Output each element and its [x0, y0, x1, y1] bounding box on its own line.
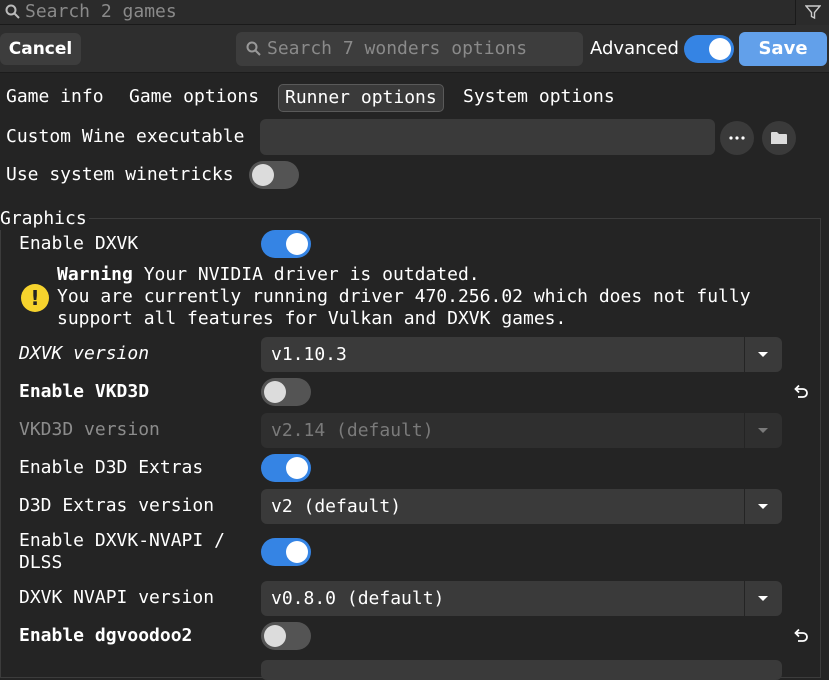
filter-icon: [805, 5, 821, 19]
warning-text-line: You are currently running driver 470.256…: [57, 286, 751, 307]
advanced-switch[interactable]: [684, 35, 734, 63]
reset-icon[interactable]: [792, 627, 810, 645]
enable-dxvk-switch[interactable]: [261, 230, 311, 258]
tab-game-info[interactable]: Game info: [0, 84, 110, 112]
options-search-input[interactable]: Search 7 wonders options: [236, 32, 583, 66]
library-search-input[interactable]: Search 2 games: [0, 0, 795, 25]
enable-vkd3d-switch[interactable]: [261, 378, 311, 406]
enable-nvapi-label: DLSS: [19, 552, 63, 573]
dxvk-version-label: DXVK version: [19, 343, 150, 364]
tab-game-options[interactable]: Game options: [123, 84, 265, 112]
dropdown-arrow-icon: [758, 428, 768, 433]
dxvk-version-dropdown[interactable]: v1.10.3: [261, 337, 782, 372]
dropdown-arrow-icon: [758, 352, 768, 357]
graphics-section-label: Graphics: [0, 208, 89, 230]
library-search-placeholder: Search 2 games: [25, 1, 177, 22]
enable-nvapi-label: Enable DXVK-NVAPI /: [19, 530, 225, 551]
browse-button[interactable]: [762, 121, 796, 155]
winetricks-label: Use system winetricks: [6, 164, 234, 185]
tab-system-options[interactable]: System options: [457, 84, 621, 112]
vkd3d-version-dropdown[interactable]: v2.14 (default): [261, 413, 782, 448]
custom-wine-label: Custom Wine executable: [6, 126, 245, 147]
save-button[interactable]: Save: [739, 32, 827, 66]
advanced-label: Advanced: [590, 38, 679, 59]
dgvoodoo-version-dropdown[interactable]: [261, 660, 782, 680]
custom-wine-field[interactable]: [260, 119, 715, 155]
winetricks-switch[interactable]: [249, 161, 299, 189]
d3d-extras-version-dropdown[interactable]: v2 (default): [261, 489, 782, 524]
enable-d3d-extras-switch[interactable]: [261, 454, 311, 482]
d3d-extras-version-label: D3D Extras version: [19, 495, 215, 516]
search-icon: [5, 4, 20, 19]
enable-dgvoodoo-switch[interactable]: [261, 622, 311, 650]
cancel-button[interactable]: Cancel: [0, 33, 81, 65]
dropdown-arrow-icon: [758, 596, 768, 601]
tab-runner-options[interactable]: Runner options: [278, 84, 444, 112]
search-icon: [246, 41, 261, 56]
warning-heading: Warning Your NVIDIA driver is outdated.: [57, 264, 480, 285]
more-icon: [729, 136, 745, 140]
filter-button[interactable]: [795, 0, 829, 25]
warning-text-line: support all features for Vulkan and DXVK…: [57, 308, 567, 329]
enable-d3d-extras-label: Enable D3D Extras: [19, 457, 204, 478]
enable-vkd3d-label: Enable VKD3D: [19, 381, 150, 402]
nvapi-version-label: DXVK NVAPI version: [19, 587, 215, 608]
reset-icon[interactable]: [792, 383, 810, 401]
vkd3d-version-label: VKD3D version: [19, 419, 160, 440]
more-button[interactable]: [720, 121, 754, 155]
warning-icon: !: [21, 284, 49, 312]
dropdown-arrow-icon: [758, 504, 768, 509]
enable-dgvoodoo-label: Enable dgvoodoo2: [19, 625, 193, 646]
enable-nvapi-switch[interactable]: [261, 538, 311, 566]
folder-icon: [771, 132, 787, 144]
nvapi-version-dropdown[interactable]: v0.8.0 (default): [261, 581, 782, 616]
options-search-placeholder: Search 7 wonders options: [267, 38, 528, 59]
enable-dxvk-label: Enable DXVK: [19, 233, 139, 254]
